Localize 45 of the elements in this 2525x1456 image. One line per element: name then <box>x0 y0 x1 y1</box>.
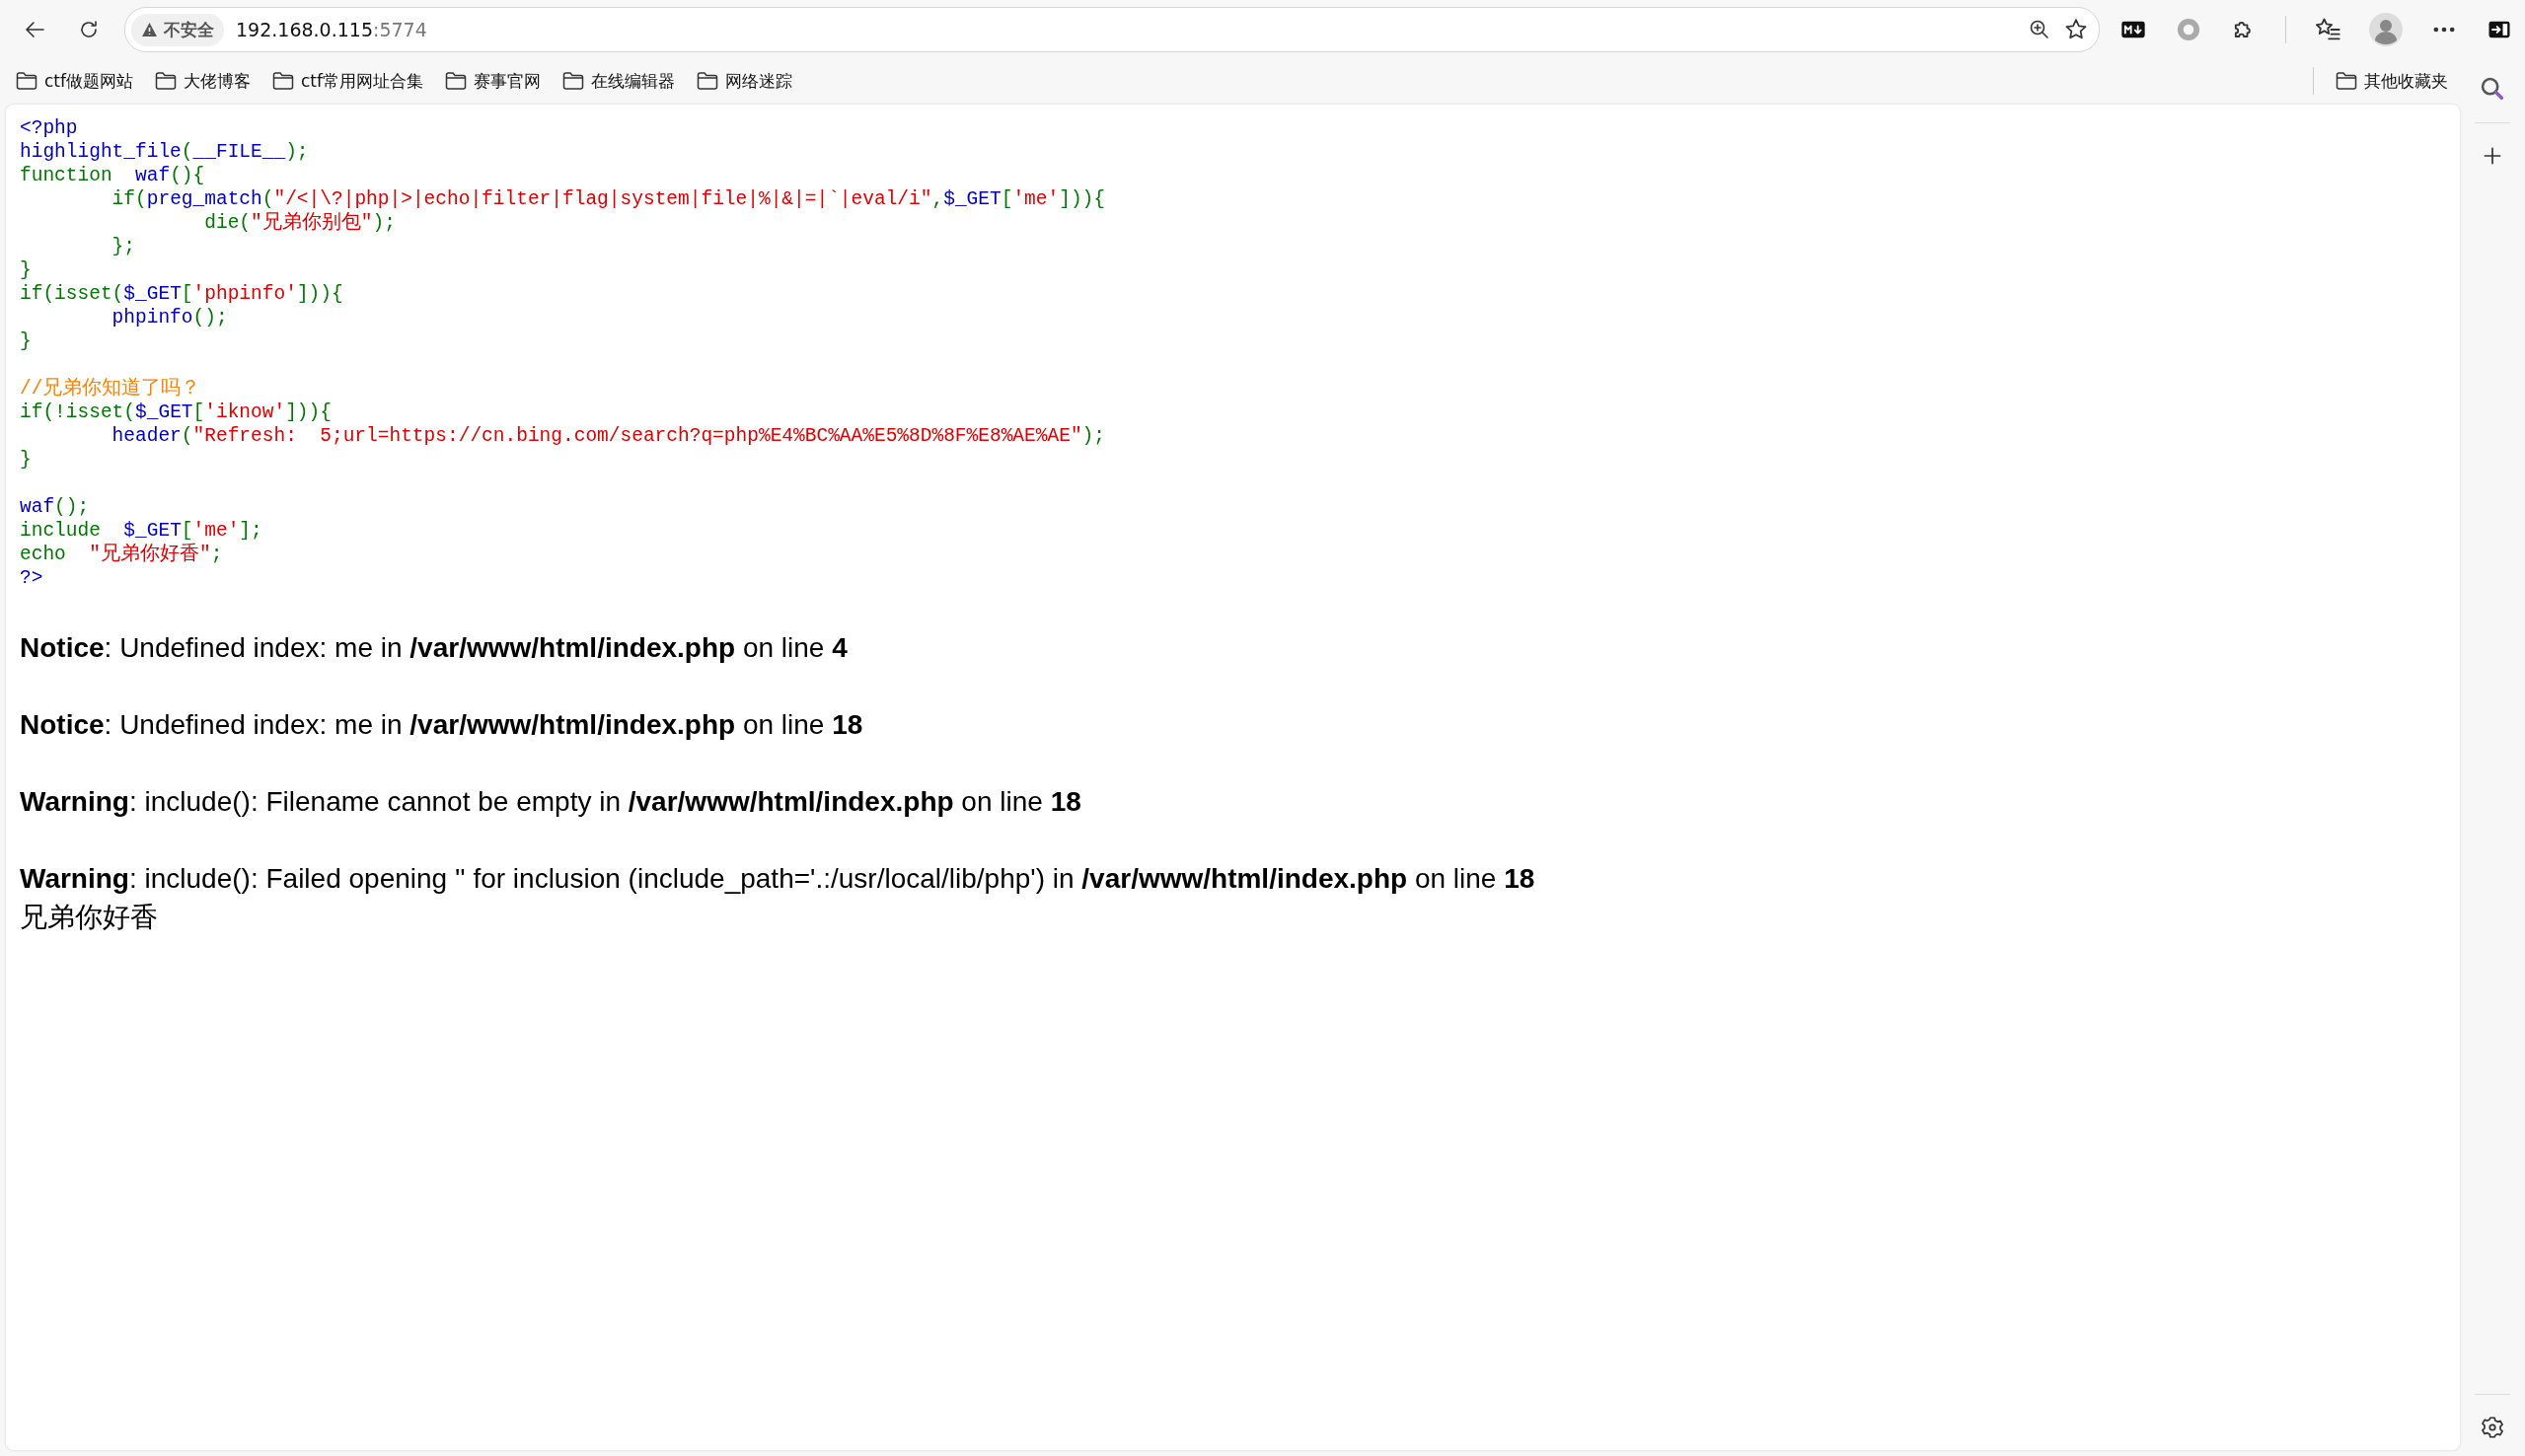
code-line: } <box>20 448 32 472</box>
code-line: } <box>20 329 32 353</box>
folder-icon <box>2336 71 2357 91</box>
error-message: Warning: include(): Failed opening '' for inclusion (include_path='.:/usr/local/lib/php') in /var/www/html/index.php on line 18 <box>20 862 1535 896</box>
profile-avatar-icon[interactable] <box>2369 13 2403 46</box>
search-icon[interactable] <box>2479 75 2506 103</box>
code-line: if(!isset($_GET['iknow'])){ <box>20 400 332 424</box>
folder-icon <box>16 71 37 91</box>
folder-icon <box>562 71 584 91</box>
address-bar[interactable]: 不安全 192.168.0.115:5774 <box>124 7 2100 52</box>
code-line: echo "兄弟你好香"; <box>20 543 223 566</box>
bookmark-folder[interactable]: 大佬博客 <box>155 69 251 93</box>
warning-icon <box>141 22 158 37</box>
code-line: } <box>20 258 32 282</box>
code-line: phpinfo(); <box>111 306 228 329</box>
url-text: 192.168.0.115:5774 <box>236 19 428 40</box>
code-line: ?> <box>20 566 43 590</box>
security-warning[interactable]: 不安全 <box>131 13 224 46</box>
error-message: Warning: include(): Filename cannot be empty in /var/www/html/index.php on line 18 <box>20 785 1081 819</box>
bookmark-folder[interactable]: ctf常用网址合集 <box>272 69 423 93</box>
error-message: Notice: Undefined index: me in /var/www/html/index.php on line 4 <box>20 631 848 665</box>
code-line: function waf(){ <box>20 164 205 187</box>
code-line: if(isset($_GET['phpinfo'])){ <box>20 282 343 306</box>
folder-icon <box>272 71 294 91</box>
zoom-in-icon[interactable] <box>2028 18 2051 41</box>
output-text: 兄弟你好香 <box>20 901 158 934</box>
code-line: die("兄弟你别包"); <box>203 211 396 235</box>
code-line: include $_GET['me']; <box>20 519 262 543</box>
code-line: header("Refresh: 5;url=https://cn.bing.com/search?q=php%E4%BC%AA%E5%8D%8F%E8%AE%AE"); <box>111 424 1105 448</box>
settings-icon[interactable] <box>2480 1415 2505 1440</box>
code-line: }; <box>111 235 136 258</box>
folder-icon <box>445 71 467 91</box>
code-line: //兄弟你知道了吗？ <box>20 377 201 400</box>
bookmark-folder[interactable]: 在线编辑器 <box>562 69 675 93</box>
code-line: waf(); <box>20 495 90 519</box>
bookmark-folder[interactable]: 赛事官网 <box>445 69 541 93</box>
code-line: highlight_file(__FILE__); <box>20 140 309 164</box>
bookmark-folder[interactable]: ctf做题网站 <box>16 69 133 93</box>
error-message: Notice: Undefined index: me in /var/www/html/index.php on line 18 <box>20 708 863 742</box>
bookmark-folder[interactable]: 其他收藏夹 <box>2336 69 2448 93</box>
bookmark-folder[interactable]: 网络迷踪 <box>697 69 792 93</box>
folder-icon <box>697 71 718 91</box>
folder-icon <box>155 71 177 91</box>
code-line: <?php <box>20 116 78 140</box>
code-line: if(preg_match("/<|\?|php|>|echo|filter|flag|system|file|%|&|=|`|eval/i",$_GET['me'])){ <box>111 187 1106 211</box>
